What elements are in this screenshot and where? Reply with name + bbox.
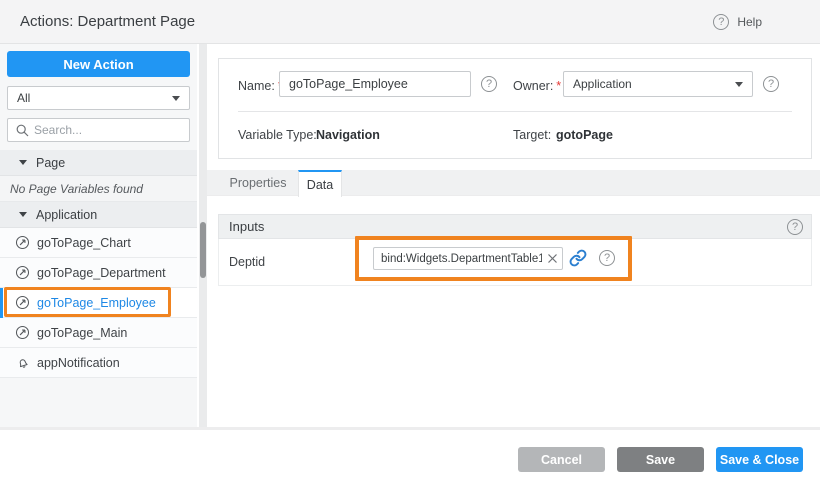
chevron-down-icon (735, 82, 743, 87)
name-input[interactable] (279, 71, 471, 97)
sidebar-scrollbar-track[interactable] (199, 44, 207, 429)
form-divider (238, 111, 792, 112)
selected-indicator-bar (0, 288, 3, 318)
help-icon (713, 14, 729, 30)
sidebar-controls: New Action All (0, 44, 197, 142)
inputs-section-title: Inputs (229, 219, 264, 234)
navigation-icon (15, 325, 30, 340)
help-button[interactable]: Help (713, 13, 762, 30)
sidebar-item-label: appNotification (37, 356, 120, 370)
sidebar-scrollbar-thumb[interactable] (200, 222, 206, 278)
action-form: Name:* Owner:* Application Variable Type… (218, 58, 812, 159)
tree-group-application[interactable]: Application (0, 202, 197, 228)
owner-select[interactable]: Application (563, 71, 753, 97)
bell-icon (15, 355, 30, 370)
inputs-section-header: Inputs (218, 214, 812, 239)
chevron-down-icon (172, 96, 180, 101)
sidebar-item-label: goToPage_Employee (37, 296, 156, 310)
tab-data[interactable]: Data (298, 170, 342, 197)
variable-type-value: Navigation (316, 128, 380, 142)
bind-link-icon[interactable] (569, 249, 587, 267)
name-label: Name:* (238, 77, 283, 95)
collapse-arrow-icon (19, 212, 27, 217)
dialog-header: Actions: Department Page Help (0, 0, 820, 44)
page-empty-message: No Page Variables found (0, 176, 197, 202)
filter-select-value: All (17, 91, 30, 105)
sidebar-item-label: goToPage_Department (37, 266, 166, 280)
variable-type-label: Variable Type: (238, 128, 317, 142)
inputs-help-icon[interactable] (787, 219, 803, 235)
save-and-close-button[interactable]: Save & Close (716, 447, 803, 472)
search-box (7, 118, 190, 142)
footer-divider (0, 427, 820, 430)
sidebar-item-gotopage-department[interactable]: goToPage_Department (0, 258, 197, 288)
new-action-button[interactable]: New Action (7, 51, 190, 77)
search-input[interactable] (34, 120, 184, 140)
cancel-button[interactable]: Cancel (518, 447, 605, 472)
tab-properties[interactable]: Properties (218, 170, 298, 196)
navigation-icon (15, 235, 30, 250)
deptid-bind-field (373, 247, 563, 270)
owner-help-icon[interactable] (763, 76, 779, 92)
search-icon (16, 124, 29, 137)
help-label: Help (737, 15, 762, 29)
tree-group-label: Application (36, 208, 97, 222)
save-button[interactable]: Save (617, 447, 704, 472)
sidebar-item-label: goToPage_Main (37, 326, 127, 340)
actions-dialog: Actions: Department Page Help New Action… (0, 0, 820, 488)
sidebar-item-gotopage-chart[interactable]: goToPage_Chart (0, 228, 197, 258)
tab-bar: Properties Data (207, 170, 820, 196)
required-asterisk: * (556, 79, 561, 93)
sidebar-item-gotopage-employee-selected[interactable]: goToPage_Employee (0, 288, 197, 318)
tree-group-page[interactable]: Page (0, 150, 197, 176)
sidebar-item-appnotification[interactable]: appNotification (0, 348, 197, 378)
deptid-help-icon[interactable] (599, 250, 615, 266)
owner-label: Owner:* (513, 77, 561, 95)
navigation-icon (15, 265, 30, 280)
navigation-icon (15, 295, 30, 310)
deptid-bind-input[interactable] (374, 248, 542, 269)
sidebar-item-gotopage-main[interactable]: goToPage_Main (0, 318, 197, 348)
target-label: Target: (513, 128, 551, 142)
filter-select[interactable]: All (7, 86, 190, 110)
deptid-label: Deptid (229, 255, 265, 269)
page-title: Actions: Department Page (20, 13, 195, 30)
owner-select-value: Application (573, 77, 632, 91)
sidebar-item-label: goToPage_Chart (37, 236, 131, 250)
tree-group-label: Page (36, 156, 65, 170)
name-help-icon[interactable] (481, 76, 497, 92)
sidebar: New Action All Page No Page Variables fo… (0, 44, 197, 429)
target-value: gotoPage (556, 128, 613, 142)
collapse-arrow-icon (19, 160, 27, 165)
clear-binding-icon[interactable] (546, 252, 559, 265)
